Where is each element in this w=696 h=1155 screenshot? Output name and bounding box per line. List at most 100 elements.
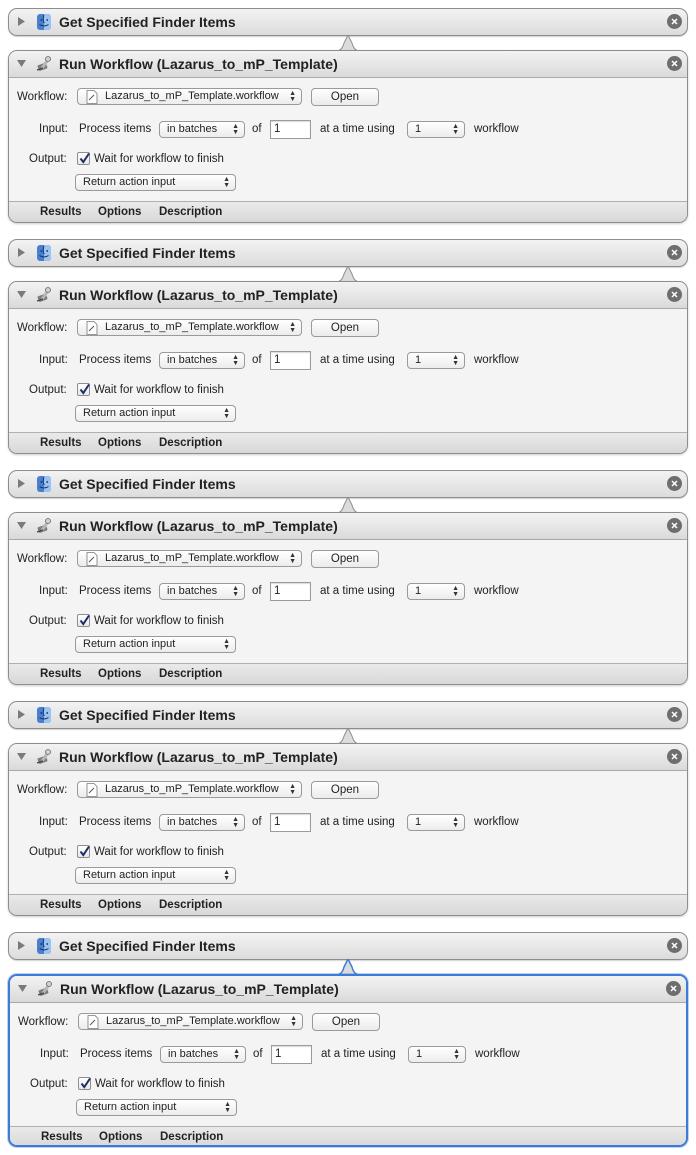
wait-for-finish-checkbox[interactable] — [77, 152, 90, 165]
action-header[interactable]: Get Specified Finder Items — [9, 702, 687, 728]
action-header[interactable]: Run Workflow (Lazarus_to_mP_Template) — [9, 513, 687, 540]
workflow-file-popup[interactable]: Lazarus_to_mP_Template.workflow ▲ ▼ — [77, 319, 302, 336]
get-specified-finder-items-action[interactable]: Get Specified Finder Items — [8, 239, 688, 267]
action-header[interactable]: Run Workflow (Lazarus_to_mP_Template) — [10, 976, 686, 1003]
disclosure-triangle-icon[interactable] — [17, 941, 26, 950]
tab-description[interactable]: Description — [159, 668, 222, 680]
open-button[interactable]: Open — [311, 550, 379, 568]
get-specified-finder-items-action[interactable]: Get Specified Finder Items — [8, 470, 688, 498]
tab-description[interactable]: Description — [160, 1131, 223, 1143]
batch-mode-popup[interactable]: in batches ▲ ▼ — [159, 121, 245, 138]
action-footer: Results Options Description — [9, 894, 687, 915]
tab-description[interactable]: Description — [159, 899, 222, 911]
return-option-popup[interactable]: Return action input ▲ ▼ — [75, 405, 236, 422]
return-option-popup[interactable]: Return action input ▲ ▼ — [76, 1099, 237, 1116]
batch-size-field[interactable]: 1 — [270, 582, 311, 601]
get-specified-finder-items-action[interactable]: Get Specified Finder Items — [8, 932, 688, 960]
action-header[interactable]: Run Workflow (Lazarus_to_mP_Template) — [9, 744, 687, 771]
batch-mode-popup[interactable]: in batches ▲ ▼ — [159, 583, 245, 600]
workflow-count-popup[interactable]: 1 ▲ ▼ — [407, 814, 465, 831]
run-workflow-action[interactable]: Run Workflow (Lazarus_to_mP_Template) Wo… — [8, 50, 688, 223]
disclosure-triangle-icon[interactable] — [18, 984, 27, 993]
tab-results[interactable]: Results — [40, 437, 82, 449]
batch-mode-popup[interactable]: in batches ▲ ▼ — [159, 352, 245, 369]
batch-size-field[interactable]: 1 — [270, 813, 311, 832]
get-specified-finder-items-action[interactable]: Get Specified Finder Items — [8, 701, 688, 729]
close-icon[interactable] — [667, 56, 682, 71]
wait-for-finish-checkbox[interactable] — [77, 845, 90, 858]
wait-for-finish-label: Wait for workflow to finish — [95, 1078, 225, 1090]
batch-mode-popup[interactable]: in batches ▲ ▼ — [160, 1046, 246, 1063]
disclosure-triangle-icon[interactable] — [17, 752, 26, 761]
close-icon[interactable] — [666, 981, 681, 996]
close-icon[interactable] — [667, 14, 682, 29]
workflow-document-icon — [86, 90, 98, 104]
disclosure-triangle-icon[interactable] — [17, 59, 26, 68]
workflow-file-value: Lazarus_to_mP_Template.workflow — [105, 90, 279, 102]
action-header[interactable]: Run Workflow (Lazarus_to_mP_Template) — [9, 51, 687, 78]
tab-results[interactable]: Results — [41, 1131, 83, 1143]
tab-options[interactable]: Options — [98, 899, 141, 911]
batch-mode-popup[interactable]: in batches ▲ ▼ — [159, 814, 245, 831]
tab-options[interactable]: Options — [98, 437, 141, 449]
run-workflow-action[interactable]: Run Workflow (Lazarus_to_mP_Template) Wo… — [8, 281, 688, 454]
disclosure-triangle-icon[interactable] — [17, 248, 26, 257]
close-icon[interactable] — [667, 938, 682, 953]
close-icon[interactable] — [667, 245, 682, 260]
batch-size-field[interactable]: 1 — [271, 1045, 312, 1064]
disclosure-triangle-icon[interactable] — [17, 290, 26, 299]
wait-for-finish-checkbox[interactable] — [78, 1077, 91, 1090]
run-workflow-action[interactable]: Run Workflow (Lazarus_to_mP_Template) Wo… — [8, 743, 688, 916]
tab-options[interactable]: Options — [98, 206, 141, 218]
open-button[interactable]: Open — [311, 319, 379, 337]
get-specified-finder-items-action[interactable]: Get Specified Finder Items — [8, 8, 688, 36]
disclosure-triangle-icon[interactable] — [17, 710, 26, 719]
action-header[interactable]: Get Specified Finder Items — [9, 240, 687, 266]
tab-description[interactable]: Description — [159, 206, 222, 218]
close-icon[interactable] — [667, 707, 682, 722]
batch-size-field[interactable]: 1 — [270, 351, 311, 370]
close-icon[interactable] — [667, 476, 682, 491]
workflow-file-popup[interactable]: Lazarus_to_mP_Template.workflow ▲ ▼ — [77, 88, 302, 105]
wait-for-finish-checkbox[interactable] — [77, 614, 90, 627]
close-icon[interactable] — [667, 518, 682, 533]
action-header[interactable]: Get Specified Finder Items — [9, 9, 687, 35]
return-option-popup[interactable]: Return action input ▲ ▼ — [75, 174, 236, 191]
open-button[interactable]: Open — [311, 88, 379, 106]
action-header[interactable]: Get Specified Finder Items — [9, 471, 687, 497]
batch-mode-value: in batches — [167, 816, 218, 828]
checkmark-icon — [79, 152, 90, 164]
workflow-file-popup[interactable]: Lazarus_to_mP_Template.workflow ▲ ▼ — [77, 781, 302, 798]
open-button[interactable]: Open — [311, 781, 379, 799]
batch-size-field[interactable]: 1 — [270, 120, 311, 139]
tab-results[interactable]: Results — [40, 668, 82, 680]
action-header[interactable]: Run Workflow (Lazarus_to_mP_Template) — [9, 282, 687, 309]
popup-arrows-icon: ▲ ▼ — [233, 1048, 240, 1061]
tab-results[interactable]: Results — [40, 899, 82, 911]
workflow-file-popup[interactable]: Lazarus_to_mP_Template.workflow ▲ ▼ — [77, 550, 302, 567]
workflow-count-popup[interactable]: 1 ▲ ▼ — [407, 352, 465, 369]
run-workflow-action[interactable]: Run Workflow (Lazarus_to_mP_Template) Wo… — [8, 512, 688, 685]
workflow-count-popup[interactable]: 1 ▲ ▼ — [408, 1046, 466, 1063]
return-option-popup[interactable]: Return action input ▲ ▼ — [75, 867, 236, 884]
popup-arrows-icon: ▲ ▼ — [289, 321, 296, 334]
tab-results[interactable]: Results — [40, 206, 82, 218]
tab-description[interactable]: Description — [159, 437, 222, 449]
open-button[interactable]: Open — [312, 1013, 380, 1031]
tab-options[interactable]: Options — [99, 1131, 142, 1143]
disclosure-triangle-icon[interactable] — [17, 17, 26, 26]
workflow-count-popup[interactable]: 1 ▲ ▼ — [407, 121, 465, 138]
disclosure-triangle-icon[interactable] — [17, 479, 26, 488]
return-option-popup[interactable]: Return action input ▲ ▼ — [75, 636, 236, 653]
close-icon[interactable] — [667, 287, 682, 302]
close-icon[interactable] — [667, 749, 682, 764]
tab-options[interactable]: Options — [98, 668, 141, 680]
action-header[interactable]: Get Specified Finder Items — [9, 933, 687, 959]
run-workflow-action-selected[interactable]: Run Workflow (Lazarus_to_mP_Template) Wo… — [8, 974, 688, 1147]
workflow-file-popup[interactable]: Lazarus_to_mP_Template.workflow ▲ ▼ — [78, 1013, 303, 1030]
popup-arrows-icon: ▲ ▼ — [232, 816, 239, 829]
wait-for-finish-checkbox[interactable] — [77, 383, 90, 396]
workflow-count-popup[interactable]: 1 ▲ ▼ — [407, 583, 465, 600]
return-option-value: Return action input — [83, 638, 176, 650]
disclosure-triangle-icon[interactable] — [17, 521, 26, 530]
